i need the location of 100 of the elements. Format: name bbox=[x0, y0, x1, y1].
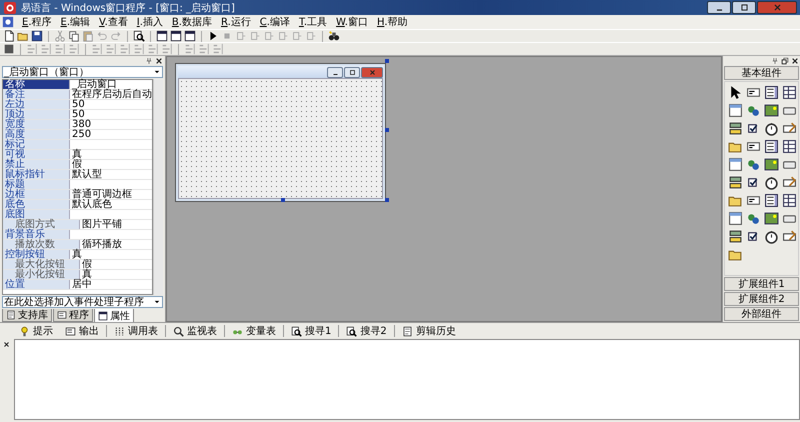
panel-tab[interactable]: 程序 bbox=[53, 309, 93, 322]
property-name[interactable]: 标记 bbox=[3, 140, 70, 149]
data-control-icon[interactable] bbox=[728, 175, 743, 190]
property-value[interactable]: 假 bbox=[80, 260, 152, 269]
property-name[interactable]: 可视 bbox=[3, 150, 70, 159]
object-dropdown[interactable]: _启动窗口（窗口） bbox=[2, 66, 163, 78]
property-name[interactable]: 高度 bbox=[3, 130, 70, 139]
close-icon[interactable] bbox=[2, 341, 10, 348]
property-value[interactable]: 250 bbox=[70, 130, 152, 139]
pin-icon[interactable] bbox=[771, 57, 779, 65]
menu-item[interactable]: C.编译 bbox=[258, 15, 291, 29]
resize-handle[interactable] bbox=[385, 59, 389, 63]
output-tab[interactable]: 调用表 bbox=[109, 323, 163, 339]
pin-icon[interactable] bbox=[145, 56, 153, 64]
maximize-button[interactable] bbox=[732, 1, 756, 14]
menu-item[interactable]: E.程序 bbox=[21, 15, 53, 29]
menu-item[interactable]: W.窗口 bbox=[335, 15, 369, 29]
menu-item[interactable]: V.查看 bbox=[98, 15, 129, 29]
form-window[interactable] bbox=[175, 63, 386, 202]
property-name[interactable]: 标题 bbox=[3, 180, 70, 189]
find-icon[interactable] bbox=[133, 30, 145, 42]
property-name[interactable]: 最小化按钮 bbox=[3, 270, 80, 279]
property-value[interactable]: 真 bbox=[70, 150, 152, 159]
property-value[interactable]: 真 bbox=[70, 250, 152, 259]
property-name[interactable]: 底图方式 bbox=[3, 220, 80, 229]
event-dropdown[interactable]: 在此处选择加入事件处理子程序 bbox=[2, 296, 163, 308]
property-name[interactable]: 底图 bbox=[3, 210, 70, 219]
panel-tab[interactable]: 支持库 bbox=[2, 309, 52, 322]
output-area[interactable] bbox=[14, 339, 800, 420]
component-group-button[interactable]: 扩展组件2 bbox=[724, 292, 799, 306]
property-value[interactable]: 普通可调边框 bbox=[70, 190, 152, 199]
property-name[interactable]: 禁止 bbox=[3, 160, 70, 169]
edit-control-icon[interactable] bbox=[782, 175, 797, 190]
restore-icon[interactable] bbox=[781, 57, 789, 65]
save-icon[interactable] bbox=[31, 30, 43, 42]
property-name[interactable]: 左边 bbox=[3, 100, 70, 109]
layout-icon[interactable] bbox=[170, 30, 182, 42]
panel-control-icon[interactable] bbox=[728, 211, 743, 226]
menu-item[interactable]: E.编辑 bbox=[60, 15, 92, 29]
label-control-icon[interactable] bbox=[746, 85, 761, 100]
menu-item[interactable]: H.帮助 bbox=[376, 15, 409, 29]
property-name[interactable]: 控制按钮 bbox=[3, 250, 70, 259]
resize-handle[interactable] bbox=[385, 128, 389, 132]
timer-control-icon[interactable] bbox=[764, 229, 779, 244]
list-control-icon[interactable] bbox=[764, 139, 779, 154]
property-name[interactable]: 播放次数 bbox=[3, 240, 80, 249]
edit-control-icon[interactable] bbox=[782, 229, 797, 244]
output-tab[interactable]: 监视表 bbox=[168, 323, 222, 339]
property-name[interactable]: 名称 bbox=[3, 80, 70, 89]
output-tab[interactable]: 剪辑历史 bbox=[396, 323, 461, 339]
property-value[interactable]: 默认型 bbox=[70, 170, 152, 179]
menu-item[interactable]: R.运行 bbox=[220, 15, 252, 29]
grid-control-icon[interactable] bbox=[782, 85, 797, 100]
component-group-button[interactable]: 基本组件 bbox=[724, 66, 799, 80]
property-value[interactable]: 循环播放 bbox=[80, 240, 152, 249]
menu-item[interactable]: I.插入 bbox=[136, 15, 164, 29]
layout-icon[interactable] bbox=[184, 30, 196, 42]
panel-control-icon[interactable] bbox=[728, 157, 743, 172]
new-file-icon[interactable] bbox=[3, 30, 15, 42]
list-control-icon[interactable] bbox=[764, 85, 779, 100]
output-tab[interactable]: 变量表 bbox=[227, 323, 281, 339]
property-name[interactable]: 最大化按钮 bbox=[3, 260, 80, 269]
list-control-icon[interactable] bbox=[764, 193, 779, 208]
property-value[interactable]: 在程序启动后自动 bbox=[70, 90, 152, 99]
property-name[interactable]: 边框 bbox=[3, 190, 70, 199]
panel-control-icon[interactable] bbox=[728, 103, 743, 118]
resize-handle[interactable] bbox=[385, 198, 389, 202]
form-minimize-button[interactable] bbox=[327, 66, 343, 78]
picture-control-icon[interactable] bbox=[764, 103, 779, 118]
form-maximize-button[interactable] bbox=[344, 66, 360, 78]
data-control-icon[interactable] bbox=[728, 229, 743, 244]
minimize-button[interactable] bbox=[707, 1, 731, 14]
picture-control-icon[interactable] bbox=[764, 157, 779, 172]
property-value[interactable]: 真 bbox=[80, 270, 152, 279]
component-group-button[interactable]: 外部组件 bbox=[724, 307, 799, 321]
data-control-icon[interactable] bbox=[728, 121, 743, 136]
form-close-button[interactable] bbox=[361, 66, 383, 78]
property-value[interactable]: 50 bbox=[70, 110, 152, 119]
form-grid[interactable] bbox=[178, 78, 383, 199]
output-tab[interactable]: 搜寻2 bbox=[341, 323, 392, 339]
menu-item[interactable]: T.工具 bbox=[298, 15, 328, 29]
property-value[interactable]: 默认底色 bbox=[70, 200, 152, 209]
property-value[interactable]: 假 bbox=[70, 160, 152, 169]
component-group-button[interactable]: 扩展组件1 bbox=[724, 277, 799, 291]
copy-icon[interactable] bbox=[68, 30, 80, 42]
label-control-icon[interactable] bbox=[746, 193, 761, 208]
grip-icon[interactable] bbox=[3, 43, 15, 55]
scrollbar[interactable] bbox=[153, 79, 163, 295]
output-tab[interactable]: 提示 bbox=[14, 323, 58, 339]
property-name[interactable]: 宽度 bbox=[3, 120, 70, 129]
timer-control-icon[interactable] bbox=[764, 121, 779, 136]
output-tab[interactable]: 搜寻1 bbox=[286, 323, 336, 339]
picture-control-icon[interactable] bbox=[764, 211, 779, 226]
panel-tab[interactable]: 属性 bbox=[94, 309, 134, 323]
timer-control-icon[interactable] bbox=[764, 175, 779, 190]
property-name[interactable]: 位置 bbox=[3, 280, 70, 289]
property-name[interactable]: 顶边 bbox=[3, 110, 70, 119]
property-name[interactable]: 背景音乐 bbox=[3, 230, 70, 239]
edit-control-icon[interactable] bbox=[782, 121, 797, 136]
property-name[interactable]: 底色 bbox=[3, 200, 70, 209]
